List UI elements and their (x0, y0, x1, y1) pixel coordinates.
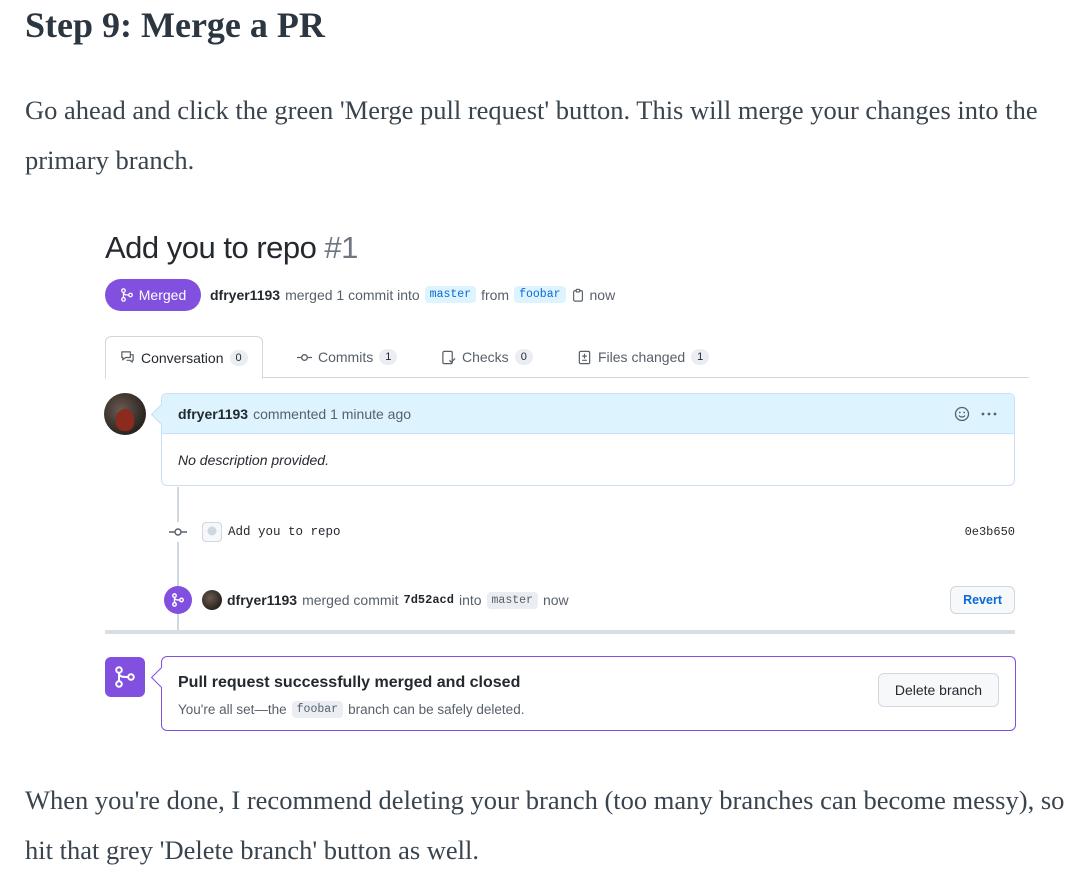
merge-event-text: dfryer1193 merged commit 7d52acd into ma… (227, 591, 569, 609)
pr-merge-text: merged 1 commit into (285, 286, 420, 303)
file-diff-icon (578, 350, 591, 364)
git-merge-icon (105, 657, 145, 697)
pr-meta: dfryer1193 merged 1 commit into master f… (210, 286, 615, 303)
merge-time: now (542, 592, 569, 608)
pr-tabs: Conversation 0 Commits 1 Checks 0 Files … (105, 336, 1029, 379)
tab-label: Checks (462, 349, 509, 365)
tab-label: Conversation (141, 349, 224, 366)
avatar[interactable] (104, 393, 146, 435)
tab-label: Commits (318, 349, 374, 365)
tab-counter: 0 (229, 349, 248, 366)
merge-event: dfryer1193 merged commit 7d52acd into ma… (164, 585, 1015, 615)
pr-time: now (589, 286, 616, 303)
comment-body: No description provided. (178, 452, 329, 468)
avatar[interactable] (202, 590, 222, 610)
merge-into-label: into (458, 592, 482, 608)
article-paragraph-intro: Go ahead and click the green 'Merge pull… (25, 95, 1038, 175)
article-paragraph-outro: When you're done, I recommend deleting y… (25, 785, 1065, 865)
merged-status-badge: Merged (105, 279, 201, 311)
tab-files-changed[interactable]: Files changed 1 (563, 336, 723, 378)
tab-label: Files changed (598, 349, 686, 365)
git-commit-icon (168, 522, 188, 542)
merge-branch-tag[interactable]: master (486, 591, 538, 609)
commit-author-avatar[interactable] (202, 522, 222, 542)
pr-from-text: from (481, 286, 510, 303)
pr-title: Add you to repo #1 (105, 230, 358, 266)
commit-row: Add you to repo 0e3b650 (168, 521, 1015, 543)
pr-author-link[interactable]: dfryer1193 (210, 287, 280, 303)
head-branch-tag[interactable]: foobar (514, 286, 566, 303)
commit-sha-link[interactable]: 0e3b650 (965, 525, 1015, 539)
comment-author-link[interactable]: dfryer1193 (178, 406, 248, 422)
delete-branch-button[interactable]: Delete branch (877, 673, 999, 707)
merge-author-link[interactable]: dfryer1193 (227, 592, 297, 608)
merge-commit-sha-link[interactable]: 7d52acd (404, 593, 454, 607)
comment-box: dfryer1193 commented 1 minute ago No des… (161, 393, 1015, 486)
tab-commits[interactable]: Commits 1 (283, 336, 411, 378)
commit-message-link[interactable]: Add you to repo (228, 525, 341, 539)
merged-sub-before: You're all set—the (178, 702, 287, 717)
tab-counter: 0 (514, 349, 533, 365)
pr-number: #1 (324, 230, 358, 265)
git-merge-icon (120, 288, 133, 302)
article-heading: Step 9: Merge a PR (25, 5, 325, 45)
merged-status-box: Pull request successfully merged and clo… (161, 656, 1016, 731)
timeline-divider (105, 630, 1015, 634)
git-commit-icon (297, 353, 312, 361)
merged-badge-label: Merged (138, 287, 187, 303)
git-merge-icon (164, 586, 192, 614)
merged-sub-after: branch can be safely deleted. (348, 702, 525, 717)
revert-button[interactable]: Revert (950, 586, 1015, 614)
comment-meta[interactable]: commented 1 minute ago (253, 406, 411, 422)
tab-counter: 1 (691, 349, 710, 365)
kebab-horizontal-icon[interactable] (980, 406, 998, 422)
comment-discussion-icon (121, 351, 134, 363)
checklist-icon (442, 350, 456, 364)
copy-icon[interactable] (571, 288, 585, 302)
merged-box-subtitle: You're all set—the foobar branch can be … (178, 701, 524, 718)
merge-event-label: merged commit (302, 592, 399, 608)
comment-actions (954, 406, 998, 422)
merged-branch-tag[interactable]: foobar (291, 701, 344, 718)
comment-header: dfryer1193 commented 1 minute ago (162, 394, 1014, 434)
base-branch-tag[interactable]: master (424, 286, 477, 303)
tab-conversation[interactable]: Conversation 0 (105, 336, 263, 379)
pr-title-text: Add you to repo (105, 230, 317, 265)
merged-box-title: Pull request successfully merged and clo… (178, 674, 521, 691)
smiley-icon[interactable] (954, 406, 970, 422)
tab-checks[interactable]: Checks 0 (427, 336, 547, 378)
tab-counter: 1 (379, 349, 398, 365)
